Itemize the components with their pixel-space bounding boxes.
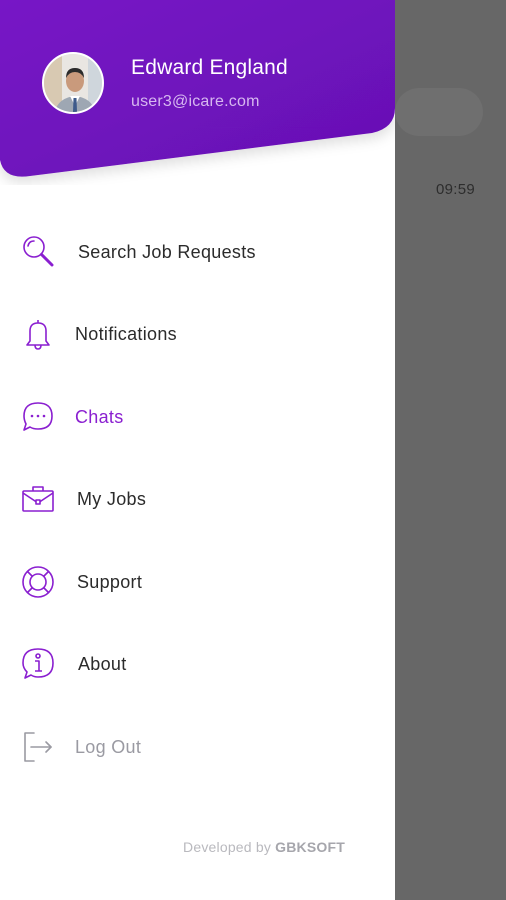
footer-prefix: Developed by: [183, 839, 276, 855]
menu-item-label: About: [78, 653, 127, 674]
menu-item-search-job-requests[interactable]: Search Job Requests: [0, 217, 395, 287]
user-email: user3@icare.com: [131, 93, 260, 110]
menu-item-support[interactable]: Support: [0, 547, 395, 617]
user-name: Edward England: [131, 56, 288, 79]
menu-item-label: Search Job Requests: [78, 241, 256, 262]
briefcase-icon: [20, 481, 56, 517]
search-icon: [20, 234, 56, 270]
background-search-field: [395, 88, 483, 136]
menu-item-label: My Jobs: [77, 488, 147, 509]
menu-item-chats[interactable]: Chats: [0, 382, 395, 452]
background-chat-time: 09:59: [436, 181, 476, 198]
logout-icon: [20, 729, 56, 765]
menu-item-about[interactable]: About: [0, 629, 395, 699]
navigation-drawer: Edward England user3@icare.com Search Jo…: [0, 0, 395, 900]
menu-item-label: Notifications: [75, 323, 177, 344]
menu-item-my-jobs[interactable]: My Jobs: [0, 464, 395, 534]
avatar[interactable]: [42, 52, 104, 114]
drawer-header: Edward England user3@icare.com: [0, 0, 395, 185]
info-icon: [20, 646, 56, 682]
lifebuoy-icon: [20, 564, 56, 600]
chat-icon: [20, 399, 56, 435]
developer-brand[interactable]: GBKSOFT: [275, 839, 345, 855]
menu-item-log-out[interactable]: Log Out: [0, 712, 395, 782]
menu-item-label: Chats: [75, 406, 124, 427]
menu-item-notifications[interactable]: Notifications: [0, 299, 395, 369]
bell-icon: [20, 316, 56, 352]
developer-credit: Developed by GBKSOFT: [0, 839, 345, 855]
menu-item-label: Log Out: [75, 736, 142, 757]
menu-item-label: Support: [77, 571, 143, 592]
